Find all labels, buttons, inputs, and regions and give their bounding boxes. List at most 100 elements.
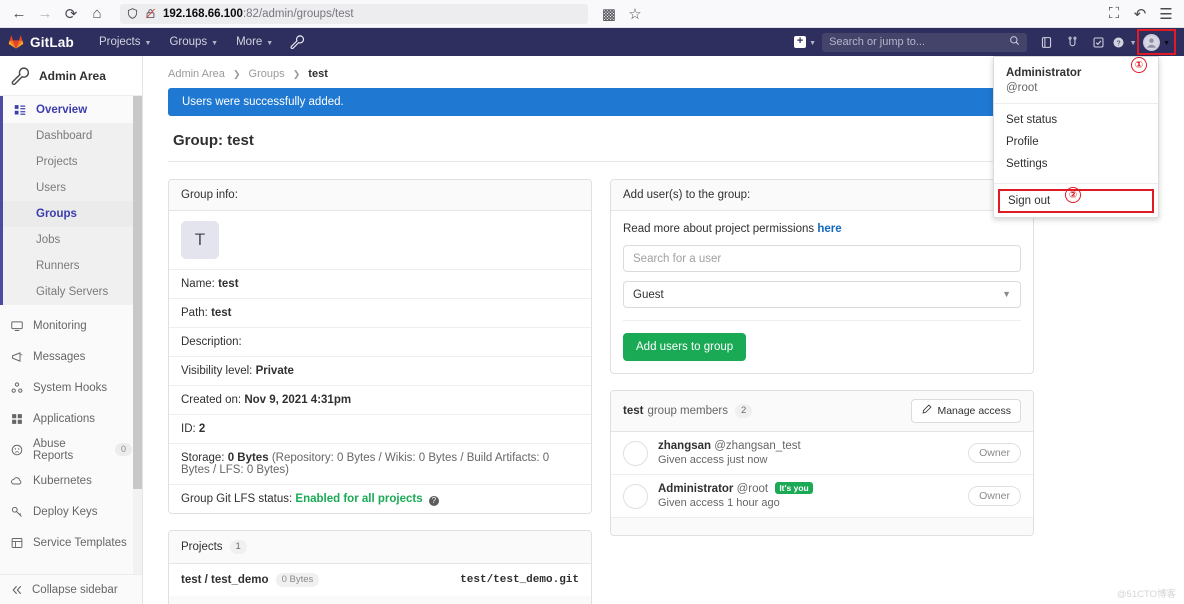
sidebar-item-messages[interactable]: Messages — [0, 341, 142, 372]
members-card-footer — [611, 518, 1033, 535]
member-row: zhangsan @zhangsan_test Given access jus… — [611, 432, 1033, 475]
group-created-row: Created on: Nov 9, 2021 4:31pm — [169, 386, 591, 415]
sidebar-header[interactable]: Admin Area — [0, 56, 142, 96]
group-name-value: test — [218, 278, 239, 290]
sidebar-scrollbar-thumb[interactable] — [133, 96, 142, 489]
admin-wrench-icon[interactable] — [282, 28, 312, 56]
project-row[interactable]: test / test_demo 0 Bytes test/test_demo.… — [169, 564, 591, 596]
merge-requests-icon[interactable] — [1059, 28, 1085, 56]
sidebar-item-abuse-reports-label: Abuse Reports — [33, 437, 74, 462]
admin-sidebar: Admin Area Overview Dashboard Projects U… — [0, 56, 143, 604]
undo-icon[interactable]: ↶ — [1128, 2, 1152, 26]
breadcrumb-admin-area[interactable]: Admin Area — [168, 68, 225, 80]
group-path-value: test — [211, 307, 232, 319]
gitlab-navbar: GitLab Projects ▼ Groups ▼ More ▼ + ▼ Se… — [0, 28, 1184, 56]
address-bar[interactable]: 192.168.66.100:82/admin/groups/test — [120, 3, 588, 24]
reload-icon[interactable]: ⟳ — [58, 2, 84, 26]
template-icon — [10, 537, 24, 549]
issues-icon[interactable] — [1033, 28, 1059, 56]
sidebar-item-dashboard[interactable]: Dashboard — [3, 123, 142, 149]
sidebar-item-overview-label: Overview — [36, 103, 88, 116]
right-column: Add user(s) to the group: Read more abou… — [610, 179, 1034, 604]
sidebar-item-applications[interactable]: Applications — [0, 403, 142, 434]
edit-icon — [921, 404, 932, 418]
crop-icon[interactable]: ⛶ — [1102, 2, 1126, 26]
permissions-text: Read more about project permissions — [623, 223, 815, 235]
member-role-badge: Owner — [968, 486, 1021, 506]
sidebar-item-kubernetes[interactable]: Kubernetes — [0, 465, 142, 496]
todos-icon[interactable] — [1085, 28, 1111, 56]
gitlab-logo[interactable]: GitLab — [8, 34, 74, 50]
help-icon[interactable]: ? ▼ — [1111, 28, 1137, 56]
annotation-marker-1: ① — [1131, 57, 1147, 73]
sidebar-item-jobs[interactable]: Jobs — [3, 227, 142, 253]
back-icon[interactable]: ← — [6, 2, 32, 26]
sidebar-item-deploy-keys[interactable]: Deploy Keys — [0, 496, 142, 527]
sidebar-subitems: Dashboard Projects Users Groups Jobs Run… — [3, 123, 142, 305]
projects-header-label: Projects — [181, 541, 223, 553]
sidebar-item-service-templates[interactable]: Service Templates — [0, 527, 142, 558]
nav-projects[interactable]: Projects ▼ — [90, 28, 160, 56]
qr-code-icon[interactable]: ▩ — [596, 2, 622, 26]
sidebar-item-monitoring[interactable]: Monitoring — [0, 311, 142, 341]
member-name-line: zhangsan @zhangsan_test — [658, 440, 801, 452]
collapse-sidebar-button[interactable]: Collapse sidebar — [0, 574, 142, 604]
user-search-input[interactable] — [623, 245, 1021, 272]
gitlab-brand-text: GitLab — [30, 34, 74, 50]
avatar — [623, 483, 648, 509]
menu-item-profile[interactable]: Profile — [994, 131, 1158, 153]
help-circle-icon[interactable]: ? — [428, 496, 439, 506]
projects-card: Projects 1 test / test_demo 0 Bytes test… — [168, 530, 592, 604]
kubernetes-icon — [10, 475, 24, 487]
sidebar-item-runners[interactable]: Runners — [3, 253, 142, 279]
sidebar-item-groups[interactable]: Groups — [3, 201, 142, 227]
group-description-label: Description: — [181, 336, 242, 348]
sidebar-item-users[interactable]: Users — [3, 175, 142, 201]
nav-groups[interactable]: Groups ▼ — [160, 28, 227, 56]
group-visibility-label: Visibility level: — [181, 365, 253, 377]
breadcrumb-groups[interactable]: Groups — [249, 68, 285, 80]
bookmark-star-icon[interactable]: ☆ — [622, 2, 648, 26]
menu-item-settings[interactable]: Settings — [994, 153, 1158, 175]
project-size-badge: 0 Bytes — [275, 573, 320, 587]
collapse-sidebar-label: Collapse sidebar — [32, 583, 118, 596]
group-lfs-label: Group Git LFS status: — [181, 493, 293, 505]
breadcrumb-current: test — [308, 68, 328, 80]
sidebar-scrollbar-track[interactable] — [133, 96, 142, 574]
sidebar-item-gitaly-servers[interactable]: Gitaly Servers — [3, 279, 142, 305]
abuse-reports-badge: 0 — [114, 443, 132, 456]
new-item-button[interactable]: + ▼ — [792, 36, 822, 48]
add-users-to-group-button[interactable]: Add users to group — [623, 333, 747, 361]
project-name: test / test_demo — [181, 574, 269, 586]
shield-icon — [127, 8, 138, 19]
global-search-box[interactable] — [822, 32, 1028, 52]
access-level-select[interactable]: Guest — [623, 281, 1021, 308]
sidebar-item-abuse-reports[interactable]: Abuse Reports 0 — [0, 434, 142, 465]
sidebar-item-system-hooks-label: System Hooks — [33, 381, 108, 394]
group-created-label: Created on: — [181, 394, 242, 406]
divider — [623, 320, 1021, 321]
sidebar-item-projects[interactable]: Projects — [3, 149, 142, 175]
chevron-down-icon: ▼ — [211, 39, 219, 47]
user-avatar-button[interactable]: ▼ — [1137, 29, 1176, 55]
member-access-text: Given access just now — [658, 454, 768, 466]
url-text: 192.168.66.100:82/admin/groups/test — [163, 8, 354, 20]
sidebar-item-overview[interactable]: Overview — [3, 96, 142, 123]
search-input[interactable] — [829, 36, 1010, 48]
group-lfs-row: Group Git LFS status: Enabled for all pr… — [169, 485, 591, 513]
menu-item-set-status[interactable]: Set status — [994, 109, 1158, 131]
menu-icon[interactable]: ☰ — [1154, 2, 1178, 26]
lock-broken-icon[interactable] — [145, 8, 156, 19]
annotation-marker-2: ② — [1065, 187, 1081, 203]
group-storage-value: 0 Bytes — [227, 452, 269, 464]
nav-more[interactable]: More ▼ — [227, 28, 282, 56]
sidebar-item-system-hooks[interactable]: System Hooks — [0, 372, 142, 403]
home-icon[interactable]: ⌂ — [84, 2, 110, 26]
applications-icon — [10, 413, 24, 425]
projects-card-footer — [169, 596, 591, 604]
member-row: Administrator @root It's you Given acces… — [611, 475, 1033, 518]
manage-access-button[interactable]: Manage access — [911, 399, 1021, 423]
add-users-card: Add user(s) to the group: Read more abou… — [610, 179, 1034, 374]
permissions-link[interactable]: here — [817, 223, 841, 235]
sidebar-item-deploy-keys-label: Deploy Keys — [33, 505, 98, 518]
